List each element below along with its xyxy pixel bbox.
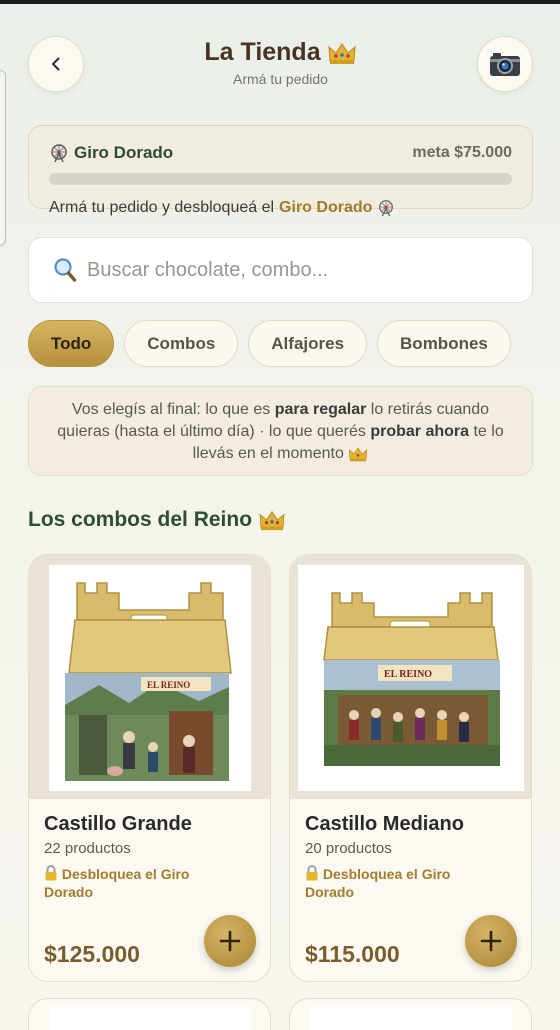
- product-name: Castillo Grande: [44, 813, 192, 835]
- box-brand-text: EL REINO: [147, 680, 190, 690]
- add-to-cart-button[interactable]: [204, 915, 256, 967]
- category-chips: Todo Combos Alfajores Bombones: [28, 320, 533, 368]
- product-price: $125.000: [44, 941, 140, 967]
- product-name: Castillo Mediano: [305, 813, 464, 835]
- page-title: La Tienda: [204, 38, 356, 67]
- section-title: Los combos del Reino: [28, 508, 286, 532]
- notice-bold-2: probar ahora: [370, 423, 470, 440]
- notice-bold-1: para regalar: [274, 401, 367, 418]
- giro-goal: meta $75.000: [412, 144, 512, 161]
- lock-icon: [45, 865, 57, 881]
- giro-message-highlight: Giro Dorado: [279, 199, 373, 216]
- title-block: La Tienda Armá tu pedido: [118, 38, 443, 87]
- section-title-text: Los combos del Reino: [28, 508, 253, 531]
- header: La Tienda Armá tu pedido: [28, 36, 533, 92]
- side-drawer-handle[interactable]: [0, 70, 6, 246]
- plus-icon: [480, 930, 502, 952]
- page-title-text: La Tienda: [204, 38, 321, 66]
- product-card[interactable]: EL REINO Castillo Grande 22 productos De…: [28, 554, 271, 982]
- giro-message-text: Armá tu pedido y desbloqueá el: [49, 199, 275, 216]
- giro-header-row: Giro Dorado meta $75.000: [49, 143, 512, 163]
- chip-alfajores[interactable]: Alfajores: [248, 320, 368, 367]
- chevron-left-icon: [52, 57, 60, 71]
- product-count: 22 productos: [44, 840, 131, 857]
- product-unlock-text: Desbloquea el Giro Dorado: [305, 866, 451, 900]
- product-price: $115.000: [305, 941, 400, 967]
- product-unlock-note: Desbloquea el Giro Dorado: [44, 865, 224, 901]
- product-unlock-text: Desbloquea el Giro Dorado: [44, 866, 190, 900]
- chip-todo[interactable]: Todo: [28, 320, 115, 367]
- product-image: EL REINO: [290, 555, 531, 799]
- ferris-wheel-icon: [51, 144, 67, 163]
- camera-button[interactable]: [477, 36, 533, 92]
- crown-icon: [259, 510, 285, 531]
- status-bar-edge: [0, 0, 560, 4]
- add-to-cart-button[interactable]: [465, 915, 517, 967]
- page-subtitle: Armá tu pedido: [233, 71, 328, 87]
- product-image: EL REINO: [29, 555, 270, 799]
- search-bar[interactable]: [28, 237, 533, 303]
- ferris-wheel-icon: [379, 200, 394, 217]
- giro-message: Armá tu pedido y desbloqueá el Giro Dora…: [49, 199, 395, 217]
- box-brand-text: EL REINO: [384, 669, 432, 680]
- search-input[interactable]: [87, 258, 507, 282]
- product-card[interactable]: EL REINO Castillo Mediano 20 productos D…: [289, 554, 532, 982]
- crown-icon: [349, 447, 368, 462]
- giro-progress-bar: [49, 173, 512, 185]
- crown-icon: [328, 42, 356, 64]
- giro-name-text: Giro Dorado: [74, 143, 174, 162]
- giro-dorado-card: Giro Dorado meta $75.000 Armá tu pedido …: [28, 125, 533, 217]
- plus-icon: [219, 930, 241, 952]
- back-button[interactable]: [28, 36, 84, 92]
- product-card-next[interactable]: [28, 998, 271, 1030]
- product-unlock-note: Desbloquea el Giro Dorado: [305, 865, 485, 901]
- chip-combos[interactable]: Combos: [124, 320, 239, 367]
- product-card-next[interactable]: [289, 998, 532, 1030]
- lock-icon: [306, 865, 318, 881]
- camera-icon: [490, 53, 520, 76]
- castle-box-image: EL REINO: [323, 592, 500, 766]
- giro-name: Giro Dorado: [49, 143, 173, 163]
- pickup-notice: Vos elegís al final: lo que es para rega…: [28, 386, 533, 476]
- magnifier-icon: [54, 258, 77, 282]
- chip-bombones[interactable]: Bombones: [377, 320, 511, 367]
- notice-text-1: Vos elegís al final: lo que es: [71, 401, 271, 418]
- product-count: 20 productos: [305, 840, 392, 857]
- castle-box-image: EL REINO: [65, 582, 232, 781]
